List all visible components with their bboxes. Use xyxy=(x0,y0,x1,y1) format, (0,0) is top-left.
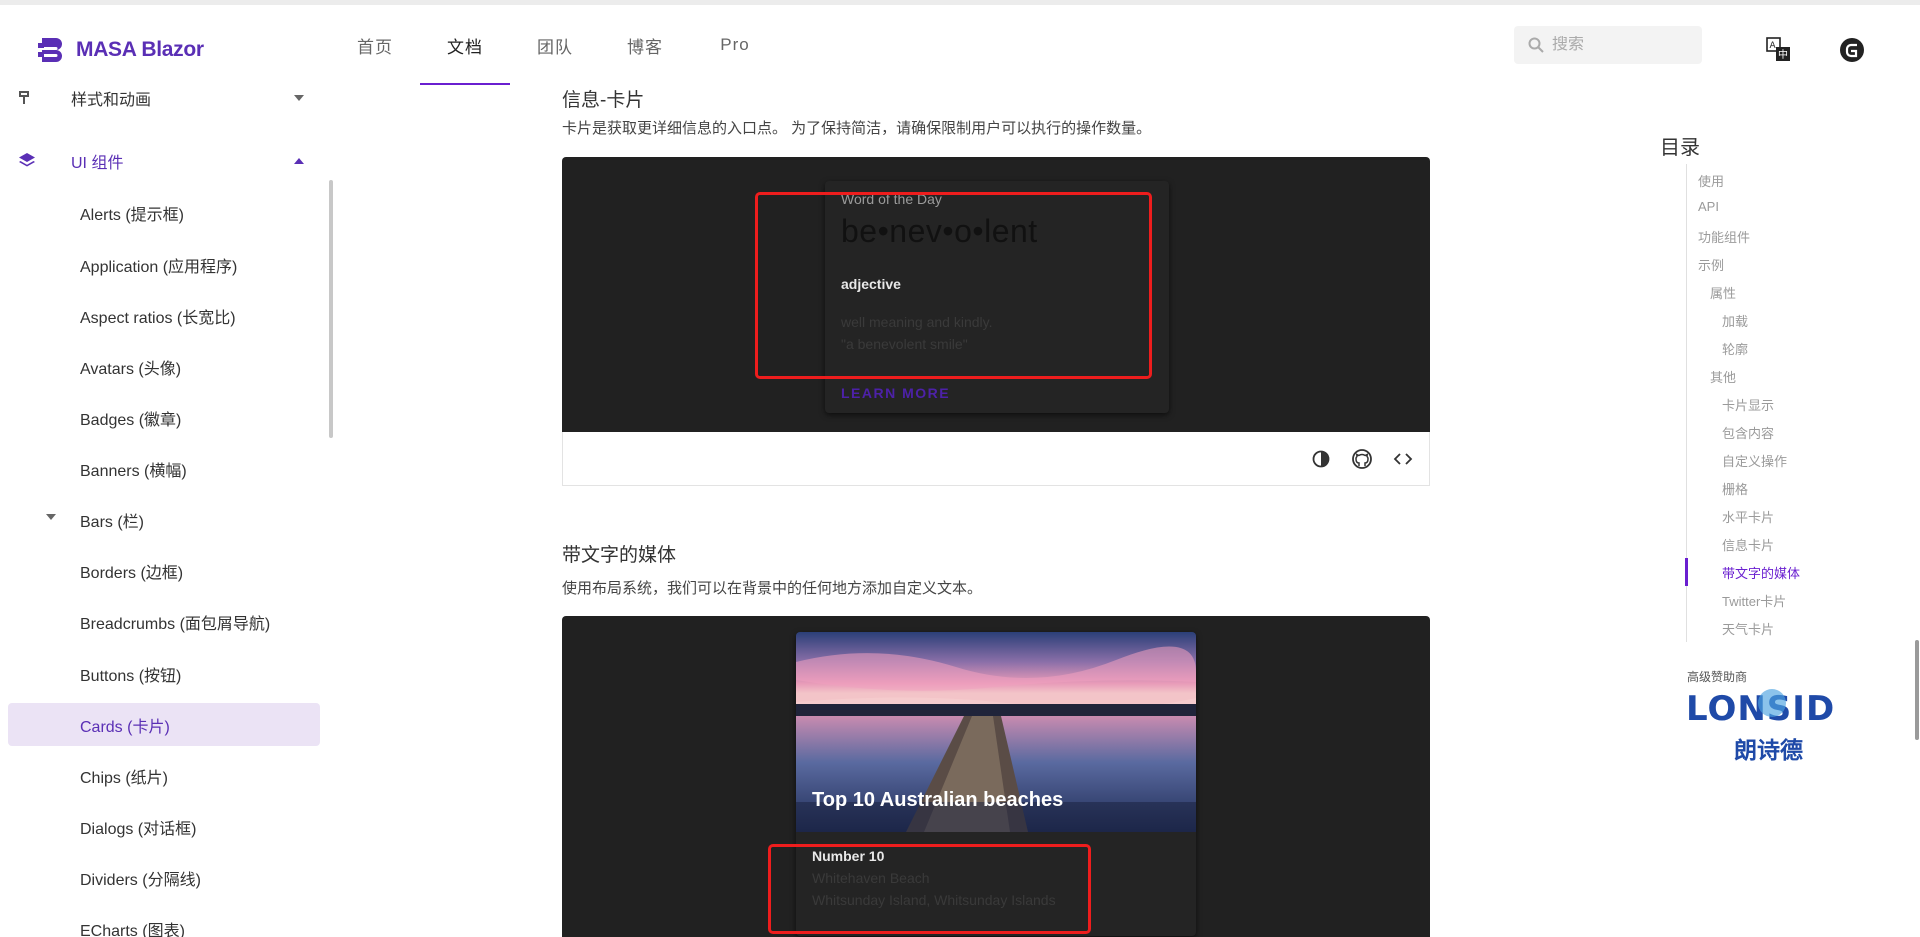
sidebar-item-alerts[interactable]: Alerts (提示框) xyxy=(8,191,320,234)
toc-item-examples[interactable]: 示例 xyxy=(1698,255,1724,274)
sidebar-item-breadcrumbs[interactable]: Breadcrumbs (面包屑导航) xyxy=(8,600,320,643)
demo-toolbar xyxy=(562,432,1430,486)
main-nav: 首页 文档 团队 博客 Pro xyxy=(330,5,780,85)
toc-item-loading[interactable]: 加载 xyxy=(1722,311,1748,330)
chevron-up-icon xyxy=(294,158,304,164)
sidebar-item-dividers[interactable]: Dividers (分隔线) xyxy=(8,856,320,899)
demo-preview-info-card: Word of the Day be•nev•o•lent adjective … xyxy=(562,157,1430,432)
section-title-media-text: 带文字的媒体 xyxy=(562,545,677,566)
sidebar: 样式和动画 UI 组件 Alerts (提示框) Application (应用… xyxy=(0,85,335,937)
translate-icon[interactable]: A 中 xyxy=(1766,37,1792,63)
code-icon[interactable] xyxy=(1392,448,1414,470)
top-app-bar: MASA Blazor 首页 文档 团队 博客 Pro A 中 xyxy=(0,0,1920,85)
toc-title: 目录 xyxy=(1660,137,1700,159)
sidebar-item-dialogs[interactable]: Dialogs (对话框) xyxy=(8,805,320,848)
sidebar-item-cards[interactable]: Cards (卡片) xyxy=(8,703,320,746)
brand-logo[interactable]: MASA Blazor xyxy=(38,35,204,65)
gitee-icon[interactable] xyxy=(1839,37,1865,63)
logo-icon xyxy=(38,38,62,62)
svg-text:中: 中 xyxy=(1778,48,1788,61)
sidebar-item-banners[interactable]: Banners (横幅) xyxy=(8,447,320,490)
nav-home[interactable]: 首页 xyxy=(330,5,420,85)
sidebar-item-application[interactable]: Application (应用程序) xyxy=(8,243,320,286)
sidebar-item-echarts[interactable]: ECharts (图表) xyxy=(8,907,320,937)
toc-item-media-with-text[interactable]: 带文字的媒体 xyxy=(1722,563,1800,582)
toc-item-functional[interactable]: 功能组件 xyxy=(1698,227,1750,246)
toc-item-information-card[interactable]: 信息卡片 xyxy=(1722,535,1774,554)
sidebar-group-ui-components[interactable]: UI 组件 xyxy=(0,138,320,184)
sidebar-item-bars[interactable]: Bars (栏) xyxy=(8,498,320,541)
toc-item-api[interactable]: API xyxy=(1698,199,1719,214)
sidebar-item-buttons[interactable]: Buttons (按钮) xyxy=(8,652,320,695)
table-of-contents: 使用 API 功能组件 示例 属性 加载 轮廓 其他 卡片显示 包含内容 自定义… xyxy=(1685,164,1866,642)
sidebar-scrollbar[interactable] xyxy=(329,180,333,438)
sidebar-item-borders[interactable]: Borders (边框) xyxy=(8,549,320,592)
svg-text:A: A xyxy=(1770,41,1777,51)
sponsor-label: 高级赞助商 xyxy=(1687,670,1748,684)
toc-item-card-reveal[interactable]: 卡片显示 xyxy=(1722,395,1774,414)
palette-icon xyxy=(19,91,29,104)
nav-blog[interactable]: 博客 xyxy=(600,5,690,85)
section-title-info-card: 信息-卡片 xyxy=(562,90,645,111)
chevron-down-icon xyxy=(294,95,304,101)
highlight-box xyxy=(768,844,1091,934)
demo-preview-media-text: Top 10 Australian beaches Number 10 Whit… xyxy=(562,616,1430,937)
nav-docs[interactable]: 文档 xyxy=(420,5,510,85)
sidebar-group-label: UI 组件 xyxy=(71,155,124,172)
nav-team[interactable]: 团队 xyxy=(510,5,600,85)
page-scrollbar[interactable] xyxy=(1915,640,1919,740)
toc-item-horizontal-cards[interactable]: 水平卡片 xyxy=(1722,507,1774,526)
search-icon xyxy=(1528,37,1544,53)
toc-item-twitter-card[interactable]: Twitter卡片 xyxy=(1722,591,1786,610)
toc-item-custom-actions[interactable]: 自定义操作 xyxy=(1722,451,1787,470)
search-input[interactable] xyxy=(1552,36,1692,54)
layers-icon xyxy=(19,153,35,167)
nav-pro[interactable]: Pro xyxy=(690,5,780,85)
github-icon[interactable] xyxy=(1351,448,1373,470)
sidebar-item-aspect-ratios[interactable]: Aspect ratios (长宽比) xyxy=(8,294,320,337)
sidebar-group-styles[interactable]: 样式和动画 xyxy=(0,85,320,121)
brand-name: MASA Blazor xyxy=(76,38,204,61)
sidebar-item-badges[interactable]: Badges (徽章) xyxy=(8,396,320,439)
section-desc-media-text: 使用布局系统，我们可以在背景中的任何地方添加自定义文本。 xyxy=(562,580,983,597)
toc-item-usage[interactable]: 使用 xyxy=(1698,171,1724,190)
toc-item-weather-card[interactable]: 天气卡片 xyxy=(1722,619,1774,638)
toc-item-grids[interactable]: 栅格 xyxy=(1722,479,1748,498)
svg-text:朗诗德: 朗诗德 xyxy=(1734,737,1803,764)
highlight-box xyxy=(755,192,1152,379)
theme-toggle-icon[interactable] xyxy=(1310,448,1332,470)
toc-item-outlined[interactable]: 轮廓 xyxy=(1722,339,1748,358)
media-card-title: Top 10 Australian beaches xyxy=(812,789,1064,811)
toc-item-content-wrapping[interactable]: 包含内容 xyxy=(1722,423,1774,442)
learn-more-button[interactable]: LEARN MORE xyxy=(841,385,950,401)
toc-item-misc[interactable]: 其他 xyxy=(1710,367,1736,386)
toc-active-indicator xyxy=(1685,558,1688,586)
section-desc-info-card: 卡片是获取更详细信息的入口点。 为了保持简洁，请确保限制用户可以执行的操作数量。 xyxy=(562,120,1152,137)
search-box[interactable] xyxy=(1514,26,1702,64)
sponsor-logo[interactable]: LONSID 朗诗德 xyxy=(1684,686,1864,766)
sidebar-item-avatars[interactable]: Avatars (头像) xyxy=(8,345,320,388)
toc-item-props[interactable]: 属性 xyxy=(1710,283,1736,302)
sidebar-item-chips[interactable]: Chips (纸片) xyxy=(8,754,320,797)
sidebar-group-label: 样式和动画 xyxy=(71,92,152,109)
